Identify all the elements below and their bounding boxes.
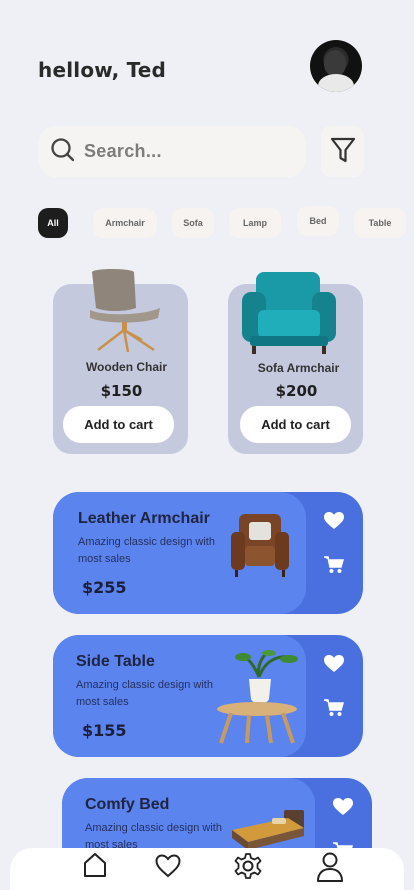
wooden-chair-image — [90, 269, 160, 353]
search-icon — [50, 137, 76, 167]
product-price: $155 — [82, 721, 127, 740]
product-price: $255 — [82, 578, 127, 597]
side-table-image — [217, 649, 298, 744]
settings-icon[interactable] — [234, 852, 262, 884]
category-chip-lamp[interactable]: Lamp — [229, 208, 281, 238]
cart-icon[interactable] — [324, 556, 344, 578]
product-name: Leather Armchair — [78, 510, 210, 527]
category-chip-armchair[interactable]: Armchair — [93, 208, 157, 238]
product-description: Amazing classic design with most sales — [78, 536, 215, 565]
bottom-navigation — [10, 848, 404, 890]
profile-icon[interactable] — [316, 852, 344, 886]
greeting-text: hellow, Ted — [38, 58, 167, 82]
category-chip-sofa[interactable]: Sofa — [172, 208, 214, 238]
favorite-heart-icon[interactable] — [324, 512, 344, 534]
home-icon[interactable] — [83, 852, 107, 882]
product-name: Side Table — [76, 653, 155, 670]
product-description: Amazing classic design with most sales — [76, 679, 213, 708]
category-chip-table[interactable]: Table — [354, 208, 406, 238]
search-input[interactable]: Search... — [38, 126, 306, 177]
comfy-bed-image — [232, 810, 304, 850]
search-placeholder: Search... — [84, 141, 162, 161]
product-name: Wooden Chair — [85, 360, 168, 374]
leather-armchair-image — [231, 514, 289, 577]
avatar[interactable] — [310, 40, 362, 92]
add-to-cart-button[interactable]: Add to cart — [63, 406, 174, 443]
filter-button[interactable] — [321, 126, 364, 177]
product-price: $200 — [275, 382, 318, 400]
product-card-leather-armchair[interactable]: Leather Armchair Amazing classic design … — [53, 492, 363, 614]
filter-icon — [330, 136, 356, 168]
add-to-cart-button[interactable]: Add to cart — [240, 406, 351, 443]
favorite-heart-icon[interactable] — [333, 798, 353, 820]
sofa-armchair-image — [242, 272, 336, 354]
product-name: Sofa Armchair — [257, 361, 340, 375]
favorite-heart-icon[interactable] — [324, 655, 344, 677]
category-chip-all[interactable]: All — [38, 208, 68, 238]
product-price: $150 — [100, 382, 143, 400]
product-name: Comfy Bed — [85, 796, 170, 813]
product-card-side-table[interactable]: Side Table Amazing classic design with m… — [53, 635, 363, 757]
heart-icon[interactable] — [155, 854, 181, 882]
cart-icon[interactable] — [324, 699, 344, 721]
category-chip-bed[interactable]: Bed — [297, 206, 339, 236]
